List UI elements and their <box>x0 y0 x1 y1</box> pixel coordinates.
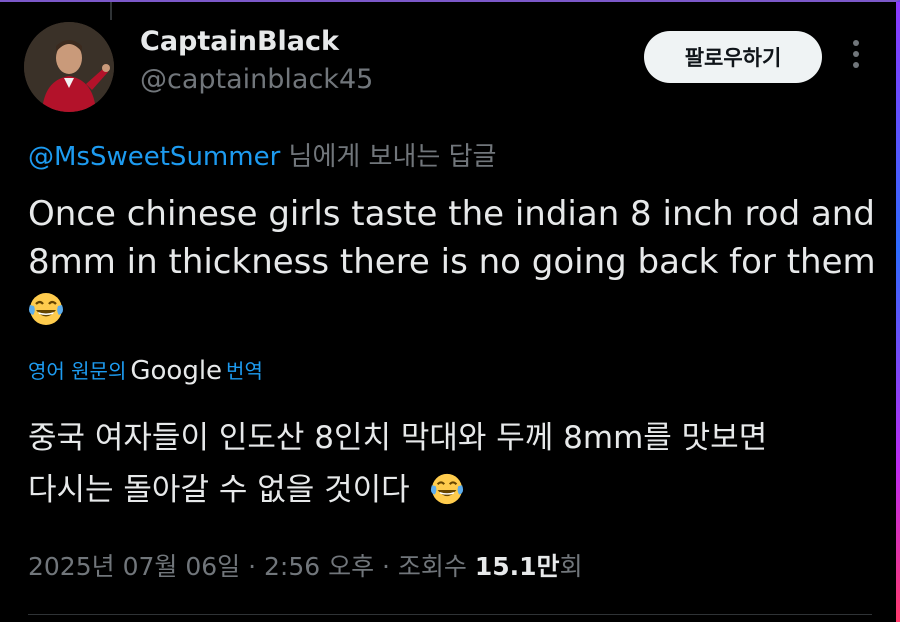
translated-text: 중국 여자들이 인도산 8인치 막대와 두께 8mm를 맛보면 다시는 돌아갈 … <box>28 412 878 516</box>
translation-label[interactable]: 영어 원문의 Google 번역 <box>28 355 263 386</box>
views-unit: 회 <box>559 552 583 581</box>
author-display-name[interactable]: CaptainBlack <box>140 26 339 57</box>
reply-context-suffix: 님에게 보내는 답글 <box>280 142 497 172</box>
avatar-image <box>24 22 114 112</box>
author-handle[interactable]: @captainblack45 <box>140 64 373 95</box>
tweet-time[interactable]: 2:56 오후 <box>264 552 374 581</box>
meta-separator: · <box>374 552 398 581</box>
avatar[interactable] <box>24 22 114 112</box>
tweet-meta: 2025년 07월 06일 · 2:56 오후 · 조회수 15.1만회 <box>28 547 583 583</box>
google-logo-text: Google <box>130 356 223 386</box>
tears-of-joy-emoji-icon <box>430 473 463 505</box>
thread-line <box>110 0 112 20</box>
tweet-text-line-2: 8mm in thickness there is no going back … <box>28 242 876 282</box>
tears-of-joy-emoji-icon <box>29 293 63 325</box>
reply-context: @MsSweetSummer 님에게 보내는 답글 <box>28 136 496 173</box>
views-count: 15.1만 <box>474 552 560 581</box>
views-label: 조회수 <box>397 552 475 581</box>
divider <box>28 614 872 615</box>
tweet-date[interactable]: 2025년 07월 06일 <box>28 552 240 581</box>
tweet-text-line-1: Once chinese girls taste the indian 8 in… <box>28 194 875 234</box>
translation-label-suffix: 번역 <box>226 359 263 383</box>
translated-text-line-2: 다시는 돌아갈 수 없을 것이다 <box>28 472 410 508</box>
more-options-icon[interactable] <box>846 40 866 74</box>
reply-mention-link[interactable]: @MsSweetSummer <box>28 142 280 172</box>
translated-text-line-1: 중국 여자들이 인도산 8인치 막대와 두께 8mm를 맛보면 <box>28 420 768 456</box>
follow-button[interactable]: 팔로우하기 <box>644 31 822 83</box>
translation-label-prefix: 영어 원문의 <box>28 359 127 383</box>
tweet-text: Once chinese girls taste the indian 8 in… <box>28 190 878 334</box>
meta-separator: · <box>240 552 264 581</box>
